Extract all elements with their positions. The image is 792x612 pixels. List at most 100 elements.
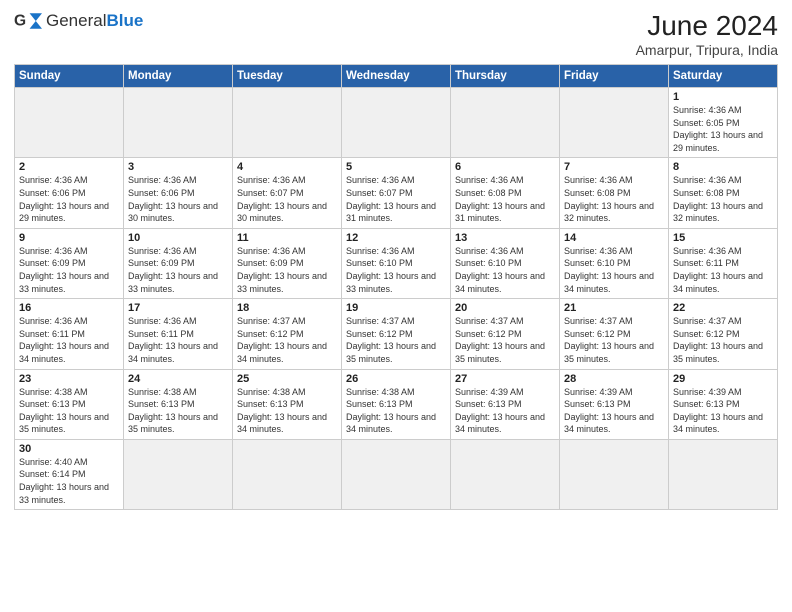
day-info: Sunrise: 4:37 AM Sunset: 6:12 PM Dayligh… <box>237 315 337 365</box>
calendar-subtitle: Amarpur, Tripura, India <box>636 42 778 58</box>
day-number: 19 <box>346 302 446 314</box>
day-cell: 11Sunrise: 4:36 AM Sunset: 6:09 PM Dayli… <box>233 228 342 298</box>
day-cell: 8Sunrise: 4:36 AM Sunset: 6:08 PM Daylig… <box>669 158 778 228</box>
day-number: 7 <box>564 161 664 173</box>
day-cell: 25Sunrise: 4:38 AM Sunset: 6:13 PM Dayli… <box>233 369 342 439</box>
day-info: Sunrise: 4:38 AM Sunset: 6:13 PM Dayligh… <box>346 386 446 436</box>
day-info: Sunrise: 4:36 AM Sunset: 6:11 PM Dayligh… <box>128 315 228 365</box>
day-info: Sunrise: 4:37 AM Sunset: 6:12 PM Dayligh… <box>673 315 773 365</box>
day-number: 3 <box>128 161 228 173</box>
day-number: 23 <box>19 373 119 385</box>
week-row-5: 30Sunrise: 4:40 AM Sunset: 6:14 PM Dayli… <box>15 439 778 509</box>
day-cell: 4Sunrise: 4:36 AM Sunset: 6:07 PM Daylig… <box>233 158 342 228</box>
header: G GeneralBlue June 2024 Amarpur, Tripura… <box>14 10 778 58</box>
day-number: 14 <box>564 232 664 244</box>
day-number: 1 <box>673 91 773 103</box>
weekday-header-monday: Monday <box>124 65 233 88</box>
day-cell: 24Sunrise: 4:38 AM Sunset: 6:13 PM Dayli… <box>124 369 233 439</box>
day-number: 22 <box>673 302 773 314</box>
calendar-table: SundayMondayTuesdayWednesdayThursdayFrid… <box>14 64 778 510</box>
day-info: Sunrise: 4:36 AM Sunset: 6:10 PM Dayligh… <box>455 245 555 295</box>
day-cell <box>124 88 233 158</box>
day-cell: 21Sunrise: 4:37 AM Sunset: 6:12 PM Dayli… <box>560 299 669 369</box>
day-cell: 9Sunrise: 4:36 AM Sunset: 6:09 PM Daylig… <box>15 228 124 298</box>
weekday-header-sunday: Sunday <box>15 65 124 88</box>
day-info: Sunrise: 4:36 AM Sunset: 6:08 PM Dayligh… <box>455 174 555 224</box>
day-number: 6 <box>455 161 555 173</box>
logo-icon: G <box>14 10 42 32</box>
day-number: 20 <box>455 302 555 314</box>
week-row-2: 9Sunrise: 4:36 AM Sunset: 6:09 PM Daylig… <box>15 228 778 298</box>
day-cell: 16Sunrise: 4:36 AM Sunset: 6:11 PM Dayli… <box>15 299 124 369</box>
day-info: Sunrise: 4:36 AM Sunset: 6:10 PM Dayligh… <box>564 245 664 295</box>
weekday-header-row: SundayMondayTuesdayWednesdayThursdayFrid… <box>15 65 778 88</box>
day-number: 28 <box>564 373 664 385</box>
weekday-header-wednesday: Wednesday <box>342 65 451 88</box>
day-cell: 19Sunrise: 4:37 AM Sunset: 6:12 PM Dayli… <box>342 299 451 369</box>
day-info: Sunrise: 4:40 AM Sunset: 6:14 PM Dayligh… <box>19 456 119 506</box>
day-info: Sunrise: 4:39 AM Sunset: 6:13 PM Dayligh… <box>673 386 773 436</box>
day-number: 8 <box>673 161 773 173</box>
day-cell: 6Sunrise: 4:36 AM Sunset: 6:08 PM Daylig… <box>451 158 560 228</box>
day-cell: 30Sunrise: 4:40 AM Sunset: 6:14 PM Dayli… <box>15 439 124 509</box>
day-number: 4 <box>237 161 337 173</box>
week-row-3: 16 Sunrise: 4:36 AM Sunset: 6:11 PM Dayli… <box>15 299 778 369</box>
day-number: 10 <box>128 232 228 244</box>
day-number: 21 <box>564 302 664 314</box>
day-number: 16 <box>19 302 119 314</box>
day-cell: 23Sunrise: 4:38 AM Sunset: 6:13 PM Dayli… <box>15 369 124 439</box>
day-number: 11 <box>237 232 337 244</box>
day-info: Sunrise: 4:38 AM Sunset: 6:13 PM Dayligh… <box>128 386 228 436</box>
day-number: 25 <box>237 373 337 385</box>
day-cell: 29Sunrise: 4:39 AM Sunset: 6:13 PM Dayli… <box>669 369 778 439</box>
weekday-header-saturday: Saturday <box>669 65 778 88</box>
day-cell: 17Sunrise: 4:36 AM Sunset: 6:11 PM Dayli… <box>124 299 233 369</box>
day-number: 29 <box>673 373 773 385</box>
logo-text: GeneralBlue <box>46 11 143 31</box>
day-info: Sunrise: 4:36 AM Sunset: 6:09 PM Dayligh… <box>237 245 337 295</box>
day-number: 13 <box>455 232 555 244</box>
title-block: June 2024 Amarpur, Tripura, India <box>636 10 778 58</box>
day-cell: 12Sunrise: 4:36 AM Sunset: 6:10 PM Dayli… <box>342 228 451 298</box>
svg-text:G: G <box>14 13 26 30</box>
page: G GeneralBlue June 2024 Amarpur, Tripura… <box>0 0 792 612</box>
day-info: Sunrise: 4:36 AM Sunset: 6:08 PM Dayligh… <box>673 174 773 224</box>
day-info: Sunrise: 4:36 AM Sunset: 6:08 PM Dayligh… <box>564 174 664 224</box>
day-info: Sunrise: 4:36 AM Sunset: 6:06 PM Dayligh… <box>19 174 119 224</box>
week-row-4: 23 Sunrise: 4:38 AM Sunset: 6:13 PM Dayli… <box>15 369 778 439</box>
day-number: 12 <box>346 232 446 244</box>
day-info: Sunrise: 4:39 AM Sunset: 6:13 PM Dayligh… <box>455 386 555 436</box>
day-number: 5 <box>346 161 446 173</box>
day-info: Sunrise: 4:36 AM Sunset: 6:11 PM Dayligh… <box>673 245 773 295</box>
day-cell <box>233 88 342 158</box>
day-cell <box>560 439 669 509</box>
day-number: 18 <box>237 302 337 314</box>
day-cell: 10Sunrise: 4:36 AM Sunset: 6:09 PM Dayli… <box>124 228 233 298</box>
weekday-header-thursday: Thursday <box>451 65 560 88</box>
day-cell: 15Sunrise: 4:36 AM Sunset: 6:11 PM Dayli… <box>669 228 778 298</box>
day-cell: 2Sunrise: 4:36 AM Sunset: 6:06 PM Daylig… <box>15 158 124 228</box>
day-info: Sunrise: 4:38 AM Sunset: 6:13 PM Dayligh… <box>237 386 337 436</box>
day-number: 17 <box>128 302 228 314</box>
logo: G GeneralBlue <box>14 10 143 32</box>
day-cell <box>342 88 451 158</box>
day-info: Sunrise: 4:36 AM Sunset: 6:05 PM Dayligh… <box>673 104 773 154</box>
day-info: Sunrise: 4:37 AM Sunset: 6:12 PM Dayligh… <box>455 315 555 365</box>
day-cell <box>342 439 451 509</box>
day-cell: 28Sunrise: 4:39 AM Sunset: 6:13 PM Dayli… <box>560 369 669 439</box>
day-number: 24 <box>128 373 228 385</box>
weekday-header-friday: Friday <box>560 65 669 88</box>
day-cell: 26Sunrise: 4:38 AM Sunset: 6:13 PM Dayli… <box>342 369 451 439</box>
day-cell <box>451 439 560 509</box>
day-cell <box>560 88 669 158</box>
day-cell: 13Sunrise: 4:36 AM Sunset: 6:10 PM Dayli… <box>451 228 560 298</box>
day-info: Sunrise: 4:37 AM Sunset: 6:12 PM Dayligh… <box>564 315 664 365</box>
day-cell <box>124 439 233 509</box>
day-cell: 7Sunrise: 4:36 AM Sunset: 6:08 PM Daylig… <box>560 158 669 228</box>
weekday-header-tuesday: Tuesday <box>233 65 342 88</box>
day-info: Sunrise: 4:36 AM Sunset: 6:09 PM Dayligh… <box>128 245 228 295</box>
week-row-1: 2Sunrise: 4:36 AM Sunset: 6:06 PM Daylig… <box>15 158 778 228</box>
day-cell <box>233 439 342 509</box>
day-cell: 27Sunrise: 4:39 AM Sunset: 6:13 PM Dayli… <box>451 369 560 439</box>
day-cell: 1Sunrise: 4:36 AM Sunset: 6:05 PM Daylig… <box>669 88 778 158</box>
